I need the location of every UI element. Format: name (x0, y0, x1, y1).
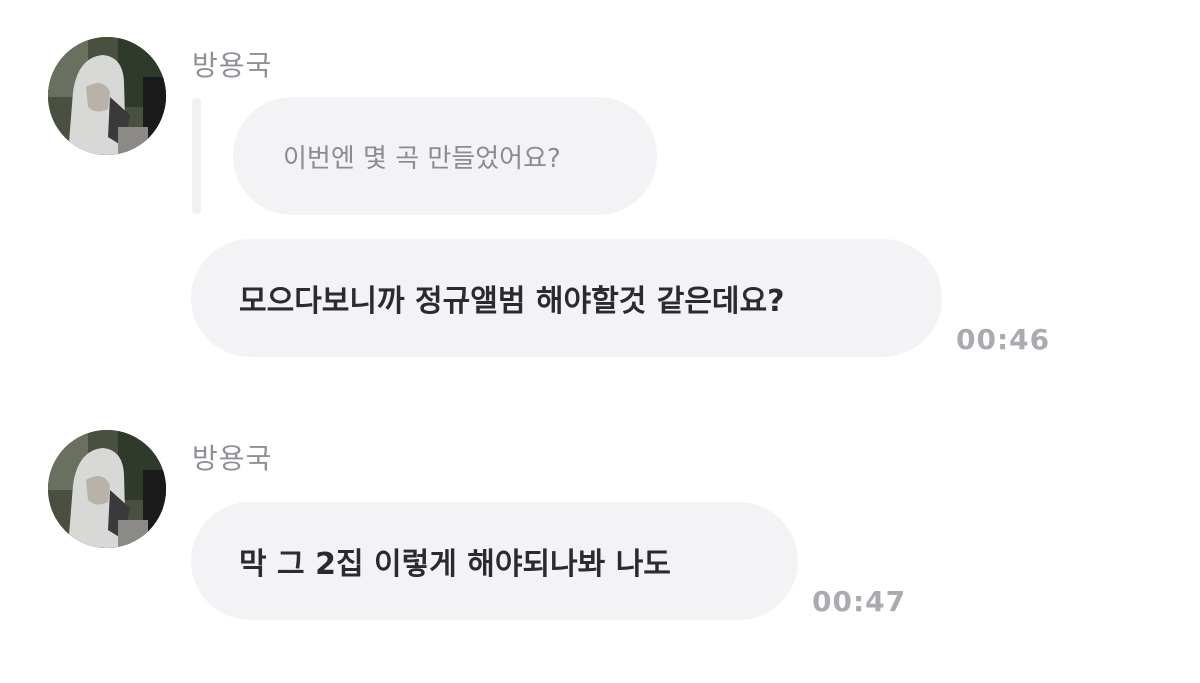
quoted-message-text: 이번엔 몇 곡 만들었어요? (283, 143, 561, 174)
message-time: 00:47 (812, 585, 907, 618)
message-text: 모으다보니까 정규앨범 해야할것 같은데요? (239, 284, 785, 319)
profile-photo-icon (48, 37, 166, 155)
reply-quote-bar (192, 98, 201, 214)
message-text: 막 그 2집 이렇게 해야되나봐 나도 (239, 547, 671, 582)
message-bubble[interactable]: 막 그 2집 이렇게 해야되나봐 나도 (191, 502, 798, 620)
message-time: 00:46 (956, 323, 1051, 356)
quoted-message[interactable]: 이번엔 몇 곡 만들었어요? (233, 97, 657, 215)
sender-name: 방용국 (192, 49, 273, 82)
chat-view: 방용국 이번엔 몇 곡 만들었어요? 모으다보니까 정규앨범 해야할것 같은데요… (0, 0, 1200, 683)
message-bubble[interactable]: 모으다보니까 정규앨범 해야할것 같은데요? (191, 239, 942, 357)
sender-avatar[interactable] (48, 37, 166, 155)
sender-avatar[interactable] (48, 430, 166, 548)
profile-photo-icon (48, 430, 166, 548)
sender-name: 방용국 (192, 442, 273, 475)
